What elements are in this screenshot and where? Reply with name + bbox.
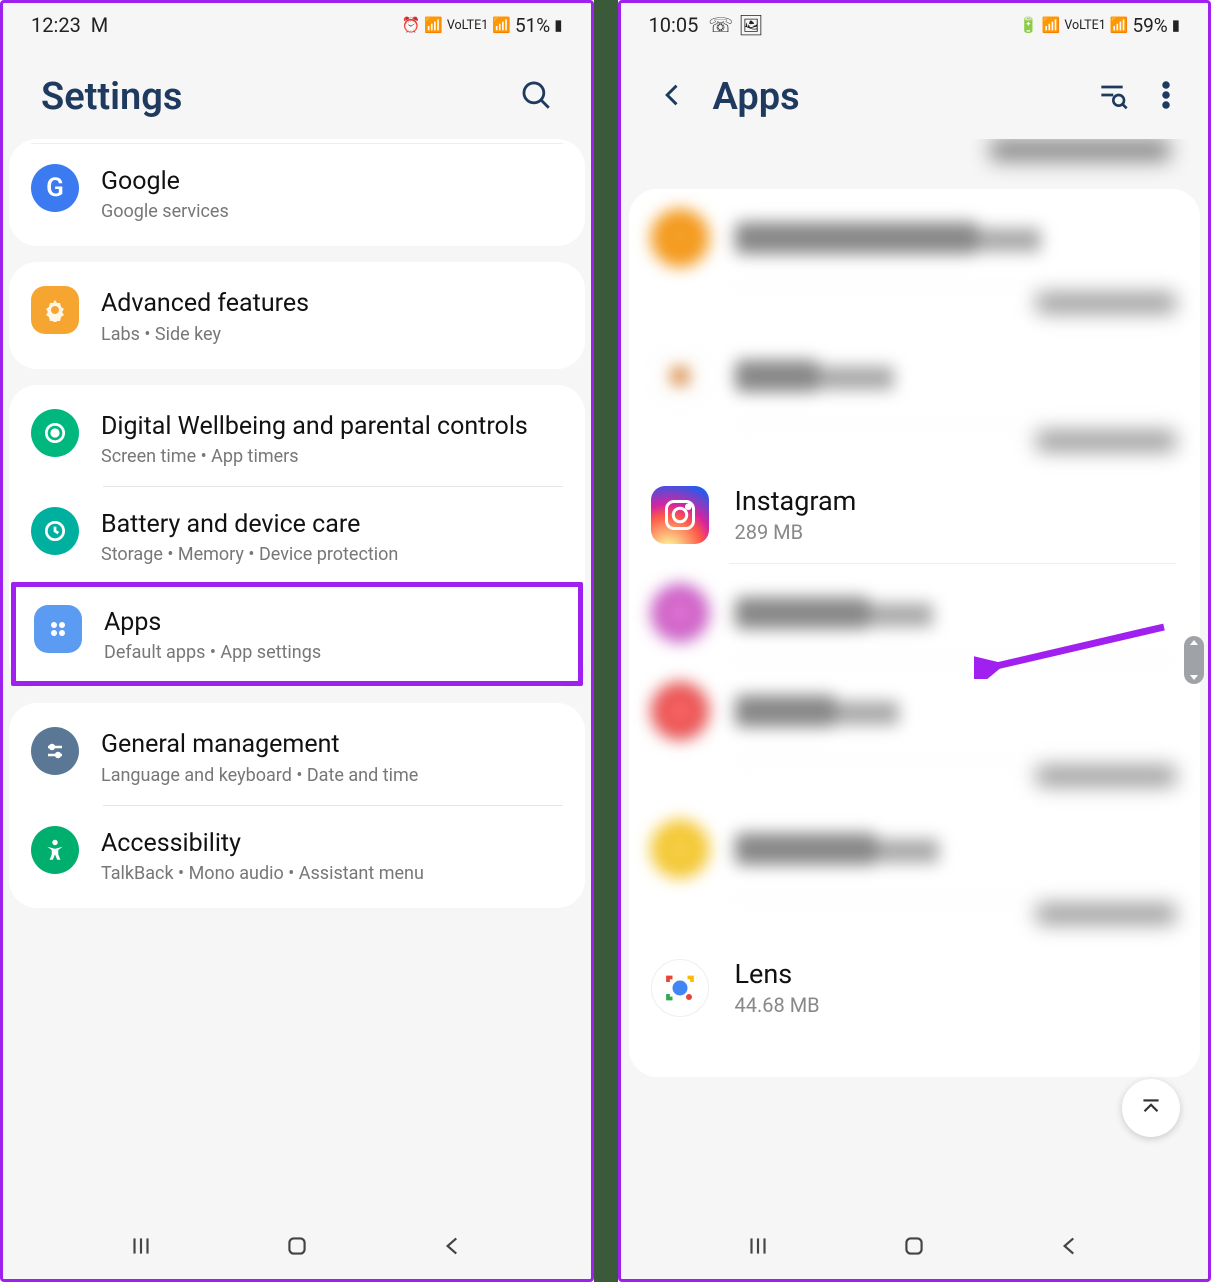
- wellbeing-icon: [31, 409, 79, 457]
- back-icon[interactable]: [659, 81, 687, 113]
- navbar: [3, 1217, 591, 1279]
- settings-header: Settings: [3, 45, 591, 139]
- app-row-lens[interactable]: Lens 44.68 MB: [629, 938, 1201, 1037]
- status-time: 12:23 M: [31, 13, 108, 37]
- highlight-apps: AppsDefault apps • App settings: [11, 582, 583, 686]
- app-row-blurred[interactable]: XXXXXXXXXXXXX: [629, 564, 1201, 662]
- blurred-label: [629, 760, 1201, 800]
- nav-home-icon[interactable]: [284, 1233, 310, 1263]
- screenshot-divider: [594, 0, 618, 1282]
- page-title: Apps: [713, 75, 800, 119]
- apps-list-container: XXXXXXXX XXXXXXXXXXX XXXXXXXXXXX Instagr…: [621, 139, 1209, 1217]
- nav-recent-icon[interactable]: [745, 1233, 771, 1263]
- blurred-label: [629, 425, 1201, 465]
- search-icon[interactable]: [519, 78, 553, 116]
- image-icon: 🖼: [738, 13, 763, 37]
- settings-item-wellbeing[interactable]: Digital Wellbeing and parental controlsS…: [9, 389, 585, 487]
- nav-recent-icon[interactable]: [128, 1233, 154, 1263]
- app-row-blurred[interactable]: XXXXXXXXXXX: [629, 662, 1201, 760]
- lens-icon: [651, 959, 709, 1017]
- app-name: Lens: [735, 958, 820, 990]
- nav-back-icon[interactable]: [440, 1233, 466, 1263]
- app-name: Instagram: [735, 485, 857, 517]
- settings-item-general[interactable]: General managementLanguage and keyboard …: [9, 707, 585, 805]
- status-time: 10:05 ☏ 🖼: [649, 13, 764, 37]
- settings-item-battery[interactable]: Battery and device careStorage • Memory …: [9, 487, 585, 585]
- google-icon: G: [31, 164, 79, 212]
- app-row-instagram[interactable]: Instagram 289 MB: [629, 465, 1201, 564]
- navbar: [621, 1217, 1209, 1279]
- nav-home-icon[interactable]: [901, 1233, 927, 1263]
- settings-item-advanced[interactable]: Advanced featuresLabs • Side key: [9, 266, 585, 364]
- settings-item-accessibility[interactable]: AccessibilityTalkBack • Mono audio • Ass…: [9, 806, 585, 904]
- blurred-label: [629, 898, 1201, 938]
- more-icon[interactable]: [1162, 80, 1170, 114]
- blurred-header: [649, 139, 1181, 179]
- nav-back-icon[interactable]: [1057, 1233, 1083, 1263]
- gear-icon: [31, 286, 79, 334]
- settings-item-google[interactable]: G GoogleGoogle services: [31, 143, 563, 242]
- instagram-icon: [651, 486, 709, 544]
- sliders-icon: [31, 727, 79, 775]
- app-size: 44.68 MB: [735, 993, 820, 1017]
- device-care-icon: [31, 507, 79, 555]
- settings-item-apps[interactable]: AppsDefault apps • App settings: [16, 587, 578, 681]
- apps-icon: [34, 605, 82, 653]
- app-row-blurred[interactable]: XXXXXXXX XXXXXXXXXXX: [629, 189, 1201, 287]
- blurred-label: [629, 287, 1201, 327]
- statusbar: 10:05 ☏ 🖼 🔋 📶 VoLTE1 📶 59% ▮: [621, 3, 1209, 45]
- status-right: 🔋 📶 VoLTE1 📶 59% ▮: [1019, 14, 1180, 37]
- phone-apps: 10:05 ☏ 🖼 🔋 📶 VoLTE1 📶 59% ▮ Apps XXXXXX…: [618, 0, 1211, 1282]
- page-title: Settings: [41, 75, 182, 119]
- app-row-blurred[interactable]: XXXX XXXXXXXXX: [629, 800, 1201, 898]
- scroll-indicator[interactable]: [1184, 636, 1204, 684]
- filter-search-icon[interactable]: [1096, 79, 1128, 115]
- phone-settings: 12:23 M ⏰ 📶 VoLTE1 📶 51% ▮ Settings G Go…: [0, 0, 594, 1282]
- app-size: 289 MB: [735, 520, 857, 544]
- apps-header: Apps: [621, 45, 1209, 139]
- accessibility-icon: [31, 826, 79, 874]
- gmail-icon: M: [91, 13, 108, 37]
- status-right: ⏰ 📶 VoLTE1 📶 51% ▮: [402, 14, 563, 37]
- whatsapp-icon: ☏: [708, 13, 733, 37]
- scroll-top-button[interactable]: [1122, 1079, 1180, 1137]
- app-row-blurred[interactable]: XXXXXXXXXXX: [629, 327, 1201, 425]
- statusbar: 12:23 M ⏰ 📶 VoLTE1 📶 51% ▮: [3, 3, 591, 45]
- settings-list: G GoogleGoogle services Advanced feature…: [3, 139, 591, 1217]
